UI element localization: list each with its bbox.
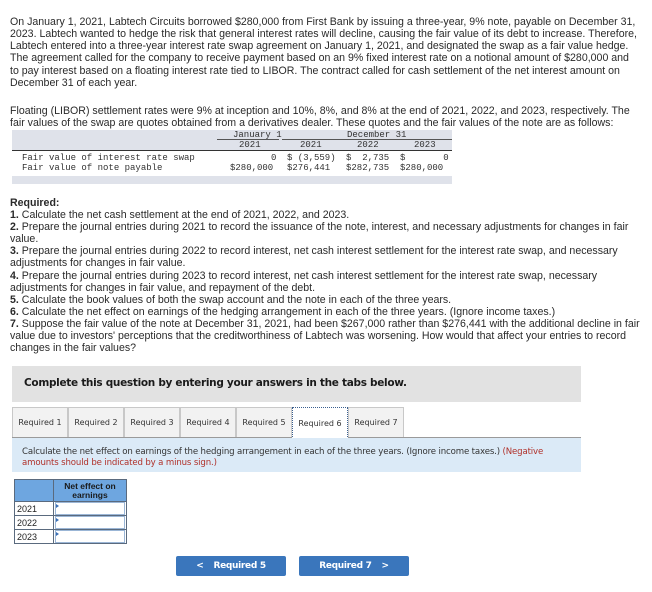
net-effect-2022-input[interactable]: [55, 516, 125, 529]
net-effect-2023-input[interactable]: [55, 530, 125, 543]
cell-value: $280,000: [400, 163, 444, 173]
cell-value: 0: [271, 153, 277, 163]
tab-required-5[interactable]: Required 5: [236, 407, 292, 437]
item-text: Suppose the fair value of the note at De…: [10, 317, 640, 355]
previous-required-5-button[interactable]: < Required 5: [176, 556, 286, 576]
previous-button-label: Required 5: [213, 561, 266, 571]
item-text: Prepare the journal entries during 2021 …: [10, 221, 629, 246]
required-item-2: 2. Prepare the journal entries during 20…: [10, 221, 642, 245]
cell-value: $280,000: [230, 163, 274, 173]
year-label: 2022: [14, 515, 54, 530]
answer-cell: [53, 515, 127, 530]
required-item-6: 6. Calculate the net effect on earnings …: [10, 306, 642, 318]
answer-cell: [53, 501, 127, 516]
fair-value-footer: [12, 176, 452, 184]
input-flag-icon: [56, 518, 59, 522]
year-label: 2021: [14, 501, 54, 516]
item-number: 3.: [10, 245, 19, 258]
answer-header-row: Net effect on earnings: [14, 479, 127, 502]
tab-required-2[interactable]: Required 2: [68, 407, 124, 437]
item-text: Calculate the book values of both the sw…: [18, 293, 452, 306]
item-number: 1.: [10, 209, 19, 222]
item-number: 2.: [10, 221, 19, 234]
tab-label: Required 1: [18, 418, 62, 427]
chevron-left-icon: <: [196, 561, 204, 571]
item-text: Calculate the net effect on earnings of …: [18, 305, 556, 318]
tab-label: Required 5: [242, 418, 286, 427]
year-header: 2021: [300, 140, 322, 150]
required-section: Required: 1. Calculate the net cash sett…: [10, 197, 642, 354]
table-row: Fair value of note payable $280,000 $276…: [12, 163, 452, 173]
cell-value: $282,735: [346, 163, 390, 173]
table-row: 2021: [14, 501, 127, 516]
instructions-text: Calculate the net effect on earnings of …: [22, 447, 503, 457]
answer-cell: [53, 529, 127, 544]
item-number: 4.: [10, 269, 19, 282]
fair-value-year-header-row: 2021 2021 2022 2023: [12, 140, 452, 151]
tab-label: Required 2: [74, 418, 118, 427]
input-flag-icon: [56, 504, 59, 508]
tab-required-6[interactable]: Required 6: [292, 407, 348, 439]
required-item-4: 4. Prepare the journal entries during 20…: [10, 270, 642, 294]
item-text: Prepare the journal entries during 2022 …: [10, 245, 618, 270]
table-row: Fair value of interest rate swap 0 $ (3,…: [12, 153, 452, 163]
fair-value-group-header-row: January 1 December 31: [12, 130, 452, 140]
cell-value: $ 2,735: [346, 153, 390, 163]
table-row: 2022: [14, 515, 127, 530]
item-number: 5.: [10, 293, 19, 306]
problem-paragraph-2: Floating (LIBOR) settlement rates were 9…: [10, 104, 630, 129]
year-header: 2023: [414, 140, 436, 150]
tab-label: Required 3: [130, 418, 174, 427]
net-effect-2021-input[interactable]: [55, 502, 125, 515]
cell-value: $ (3,559): [287, 153, 336, 163]
cell-value: $276,441: [287, 163, 331, 173]
fair-value-body: Fair value of interest rate swap 0 $ (3,…: [12, 151, 452, 176]
instructions-panel: Calculate the net effect on earnings of …: [12, 438, 581, 472]
tab-required-4[interactable]: Required 4: [180, 407, 236, 437]
tab-required-3[interactable]: Required 3: [124, 407, 180, 437]
required-item-1: 1. Calculate the net cash settlement at …: [10, 209, 642, 221]
tab-label: Required 4: [186, 418, 230, 427]
item-text: Prepare the journal entries during 2023 …: [10, 269, 598, 294]
row-label: Fair value of interest rate swap: [22, 153, 195, 163]
required-item-3: 3. Prepare the journal entries during 20…: [10, 245, 642, 269]
problem-paragraph-1: On January 1, 2021, Labtech Circuits bor…: [10, 15, 637, 90]
complete-question-text: Complete this question by entering your …: [24, 377, 407, 389]
item-text: Calculate the net cash settlement at the…: [18, 209, 350, 222]
item-number: 7.: [10, 317, 19, 330]
input-flag-icon: [56, 532, 59, 536]
column-header-net-effect: Net effect on earnings: [53, 479, 127, 502]
required-item-5: 5. Calculate the book values of both the…: [10, 294, 642, 306]
table-row: 2023: [14, 529, 127, 544]
required-tabs: Required 1 Required 2 Required 3 Require…: [12, 407, 581, 439]
year-header: 2021: [239, 140, 261, 150]
instructions-paragraph: Calculate the net effect on earnings of …: [22, 447, 574, 469]
answer-table: Net effect on earnings 2021 2022 2023: [14, 479, 127, 544]
year-header: 2022: [357, 140, 379, 150]
chevron-right-icon: >: [381, 561, 390, 571]
row-label: Fair value of note payable: [22, 163, 163, 173]
next-required-7-button[interactable]: Required 7 >: [299, 556, 409, 576]
required-title: Required:: [10, 197, 60, 209]
tab-required-7[interactable]: Required 7: [348, 407, 404, 437]
next-button-label: Required 7: [319, 561, 372, 571]
item-number: 6.: [10, 305, 19, 318]
cell-value: $ 0: [400, 153, 449, 163]
tab-required-1[interactable]: Required 1: [12, 407, 68, 437]
fair-value-table: January 1 December 31 2021 2021 2022 202…: [12, 130, 452, 184]
tab-label: Required 7: [354, 418, 398, 427]
complete-question-banner: Complete this question by entering your …: [12, 366, 581, 402]
required-item-7: 7. Suppose the fair value of the note at…: [10, 318, 642, 354]
year-label: 2023: [14, 529, 54, 544]
corner-cell: [14, 479, 54, 502]
tab-label: Required 6: [298, 418, 342, 428]
